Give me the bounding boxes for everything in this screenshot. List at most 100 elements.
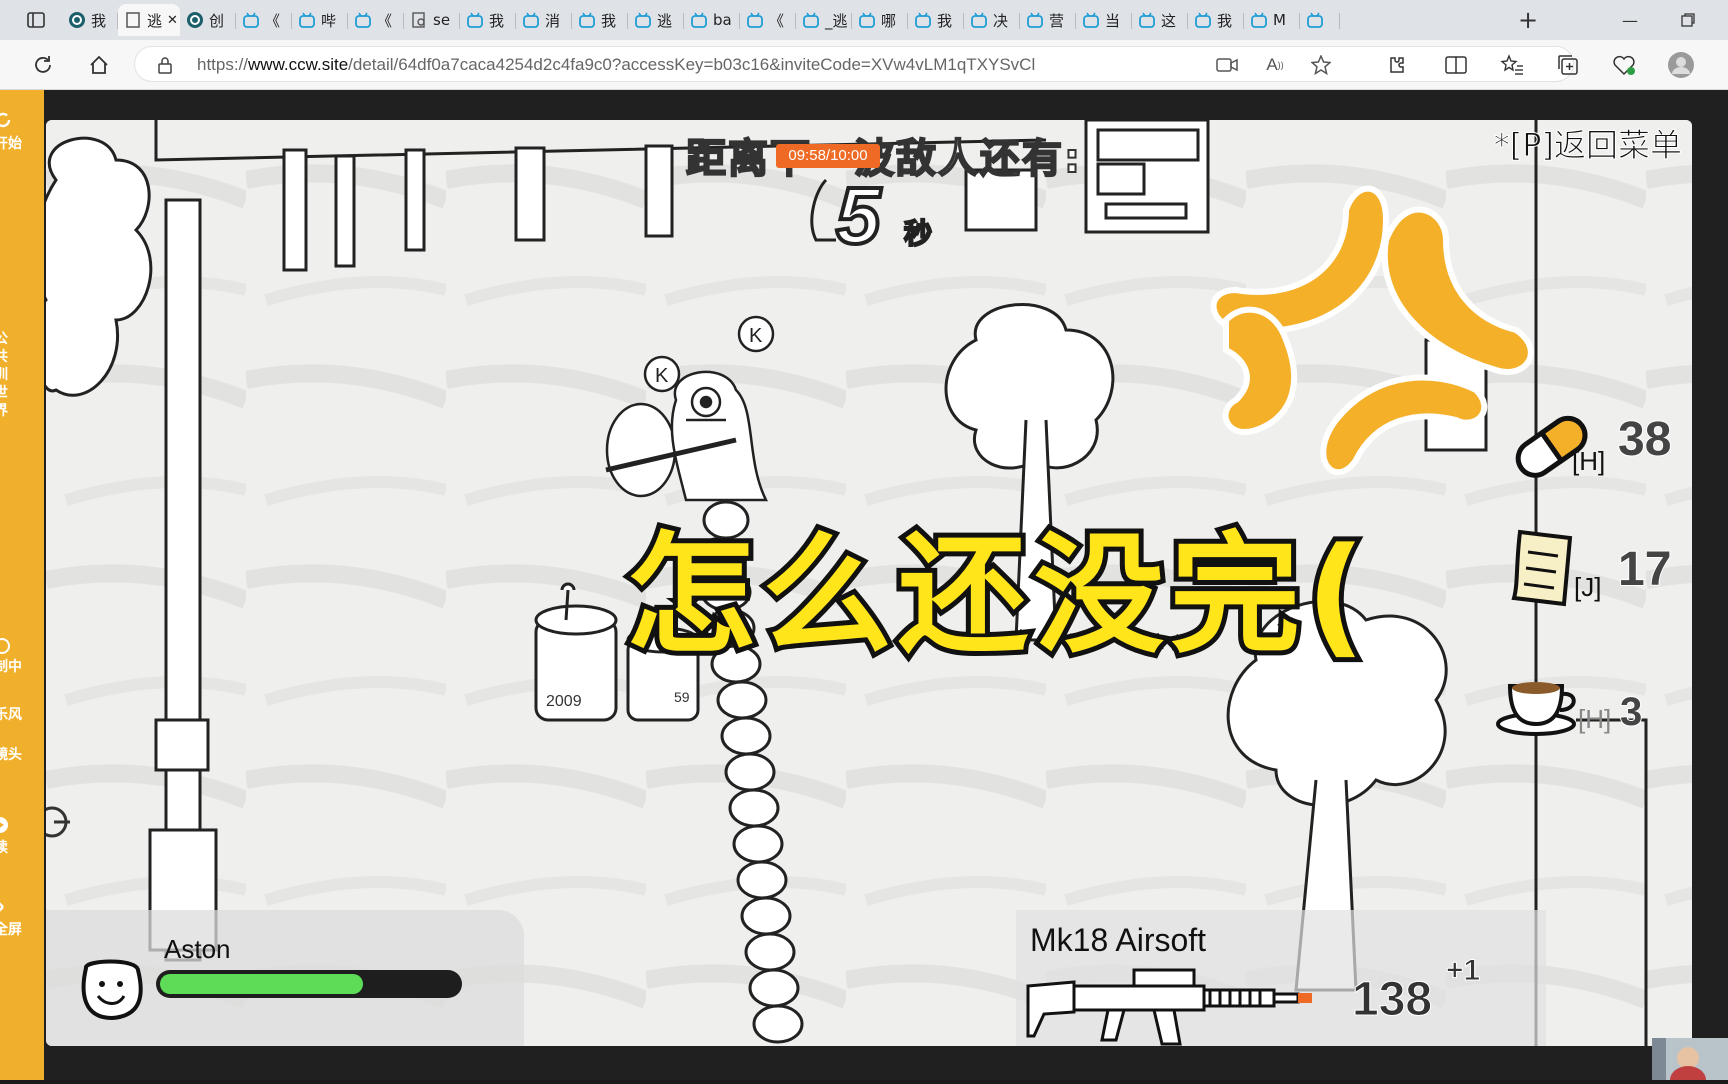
browser-tab[interactable]: 《 (348, 4, 404, 36)
browser-tab[interactable]: M (1244, 4, 1300, 36)
browser-tab[interactable]: 我 (572, 4, 628, 36)
tab-label: 消 (545, 11, 561, 30)
browser-tab[interactable]: 《 (236, 4, 292, 36)
split-screen-icon[interactable] (1443, 52, 1469, 78)
address-bar-row: https://www.ccw.site/detail/64df0a7caca4… (0, 40, 1728, 90)
extensions-icon[interactable] (1383, 52, 1409, 78)
bilibili-icon (634, 11, 652, 29)
tab-label: 逃 (147, 11, 163, 30)
public-world-button[interactable]: 公共训世界 (0, 330, 12, 420)
inventory-count: 38 (1617, 412, 1672, 467)
player-avatar (81, 959, 143, 1021)
tab-label: 我 (91, 11, 107, 30)
browser-tab[interactable]: 我 (1188, 4, 1244, 36)
tab-label: 哪 (881, 11, 897, 30)
profile-avatar-icon[interactable] (1668, 52, 1694, 78)
bilibili-icon (466, 11, 484, 29)
url-text[interactable]: https://www.ccw.site/detail/64df0a7caca4… (197, 55, 1035, 75)
making-button[interactable]: 制中 (0, 638, 44, 676)
site-logo-icon (68, 11, 86, 29)
browser-tab[interactable]: 我 (62, 4, 118, 36)
tab-label: ba (713, 11, 732, 29)
read-aloud-icon[interactable]: A)) (1263, 53, 1287, 77)
tab-strip: 我逃✕创《哔《se我消我逃ba《_逃哪我决营当这我M【 + — (0, 0, 1728, 40)
browser-tab[interactable]: 这 (1132, 4, 1188, 36)
bilibili-icon (1026, 11, 1044, 29)
lock-icon[interactable] (153, 53, 177, 77)
bilibili-icon (242, 11, 260, 29)
bin-label-2: 59 (674, 689, 690, 705)
inventory-key: [J] (1574, 572, 1602, 602)
inventory-key: [H] (1578, 704, 1612, 734)
browser-tab[interactable]: 营 (1020, 4, 1076, 36)
bilibili-icon (690, 11, 708, 29)
browser-tab[interactable]: _逃 (796, 4, 852, 36)
home-icon[interactable] (84, 50, 114, 80)
fullscreen-button[interactable]: 全屏 (0, 898, 44, 939)
browser-tab[interactable]: 我 (908, 4, 964, 36)
page-icon (124, 11, 142, 29)
favorite-star-icon[interactable] (1309, 53, 1333, 77)
key-badge-label: K (655, 365, 669, 387)
bin-label: 2009 (546, 693, 582, 710)
tab-label: 哔 (321, 11, 337, 30)
browser-tab[interactable]: 哔 (292, 4, 348, 36)
browser-tab[interactable]: 哪 (852, 4, 908, 36)
favorites-icon[interactable] (1499, 52, 1525, 78)
browser-tab[interactable]: 当 (1076, 4, 1132, 36)
vending-machine (1084, 120, 1210, 234)
tab-label: 当 (1105, 11, 1121, 30)
tab-label: 我 (601, 11, 617, 30)
continue-button[interactable]: 续 (0, 816, 44, 857)
ammo-count: 138 (1351, 973, 1433, 1027)
inventory-count: 17 (1617, 542, 1672, 597)
style-button[interactable]: 乐风 (0, 706, 44, 724)
search-page-icon (410, 11, 428, 29)
weapon-panel: Mk18 Airsoft 138 +1 (1016, 910, 1546, 1046)
bilibili-icon (298, 11, 316, 29)
browser-tab[interactable]: 逃 ✕ (118, 4, 180, 36)
new-tab-button[interactable]: + (1508, 6, 1548, 34)
bilibili-icon (522, 11, 540, 29)
inventory-count: 3 (1619, 689, 1643, 735)
video-icon[interactable] (1215, 53, 1239, 77)
url-field[interactable]: https://www.ccw.site/detail/64df0a7caca4… (134, 46, 1574, 82)
browser-essentials-icon[interactable] (1611, 52, 1637, 78)
camera-button[interactable]: 镜头 (0, 746, 44, 764)
bilibili-icon (1306, 11, 1324, 29)
browser-tab[interactable]: 【 (1300, 4, 1340, 36)
game-canvas[interactable]: 2009 59 K K 距离下一波敌人还有: 09:58/10:00 5 秒 *… (46, 120, 1692, 1046)
countdown-unit: 秒 (903, 216, 933, 251)
browser-tab[interactable]: ba (684, 4, 740, 36)
close-tab-icon[interactable]: ✕ (167, 13, 178, 28)
collections-icon[interactable] (1555, 52, 1581, 78)
inventory-slot[interactable]: [H] 3 (1496, 660, 1676, 770)
browser-tab[interactable]: 创 (180, 4, 236, 36)
refresh-icon[interactable] (28, 50, 58, 80)
next-wave-countdown-text: 距离下一波敌人还有: (685, 135, 1082, 183)
key-badge-label: K (749, 325, 763, 347)
aim-marker-icon (46, 806, 70, 838)
overlay-caption: 怎么还没完( (621, 515, 1372, 675)
coffee-cup-icon (1496, 682, 1576, 736)
tab-separator (1339, 13, 1340, 29)
rifle-icon (1026, 968, 1312, 1046)
tab-label: 《 (769, 11, 785, 30)
inventory-slot[interactable]: [J] 17 (1506, 529, 1686, 640)
browser-tab[interactable]: 逃 (628, 4, 684, 36)
start-button[interactable]: 开始 (0, 110, 44, 153)
browser-tab[interactable]: 我 (460, 4, 516, 36)
browser-tab[interactable]: se (404, 4, 460, 36)
tab-label: 《 (377, 11, 393, 30)
ammo-bonus: +1 (1445, 954, 1481, 988)
tab-actions-icon[interactable] (16, 6, 56, 34)
tab-label: 我 (937, 11, 953, 30)
restore-button[interactable] (1668, 6, 1708, 34)
browser-tab[interactable]: 消 (516, 4, 572, 36)
minimize-button[interactable]: — (1610, 6, 1650, 34)
return-to-menu-hint[interactable]: *[P]返回菜单 (1493, 120, 1682, 166)
browser-tab[interactable]: 决 (964, 4, 1020, 36)
browser-tab[interactable]: 《 (740, 4, 796, 36)
inventory-slot[interactable]: [H] 38 (1506, 400, 1686, 510)
tab-label: 营 (1049, 11, 1065, 30)
